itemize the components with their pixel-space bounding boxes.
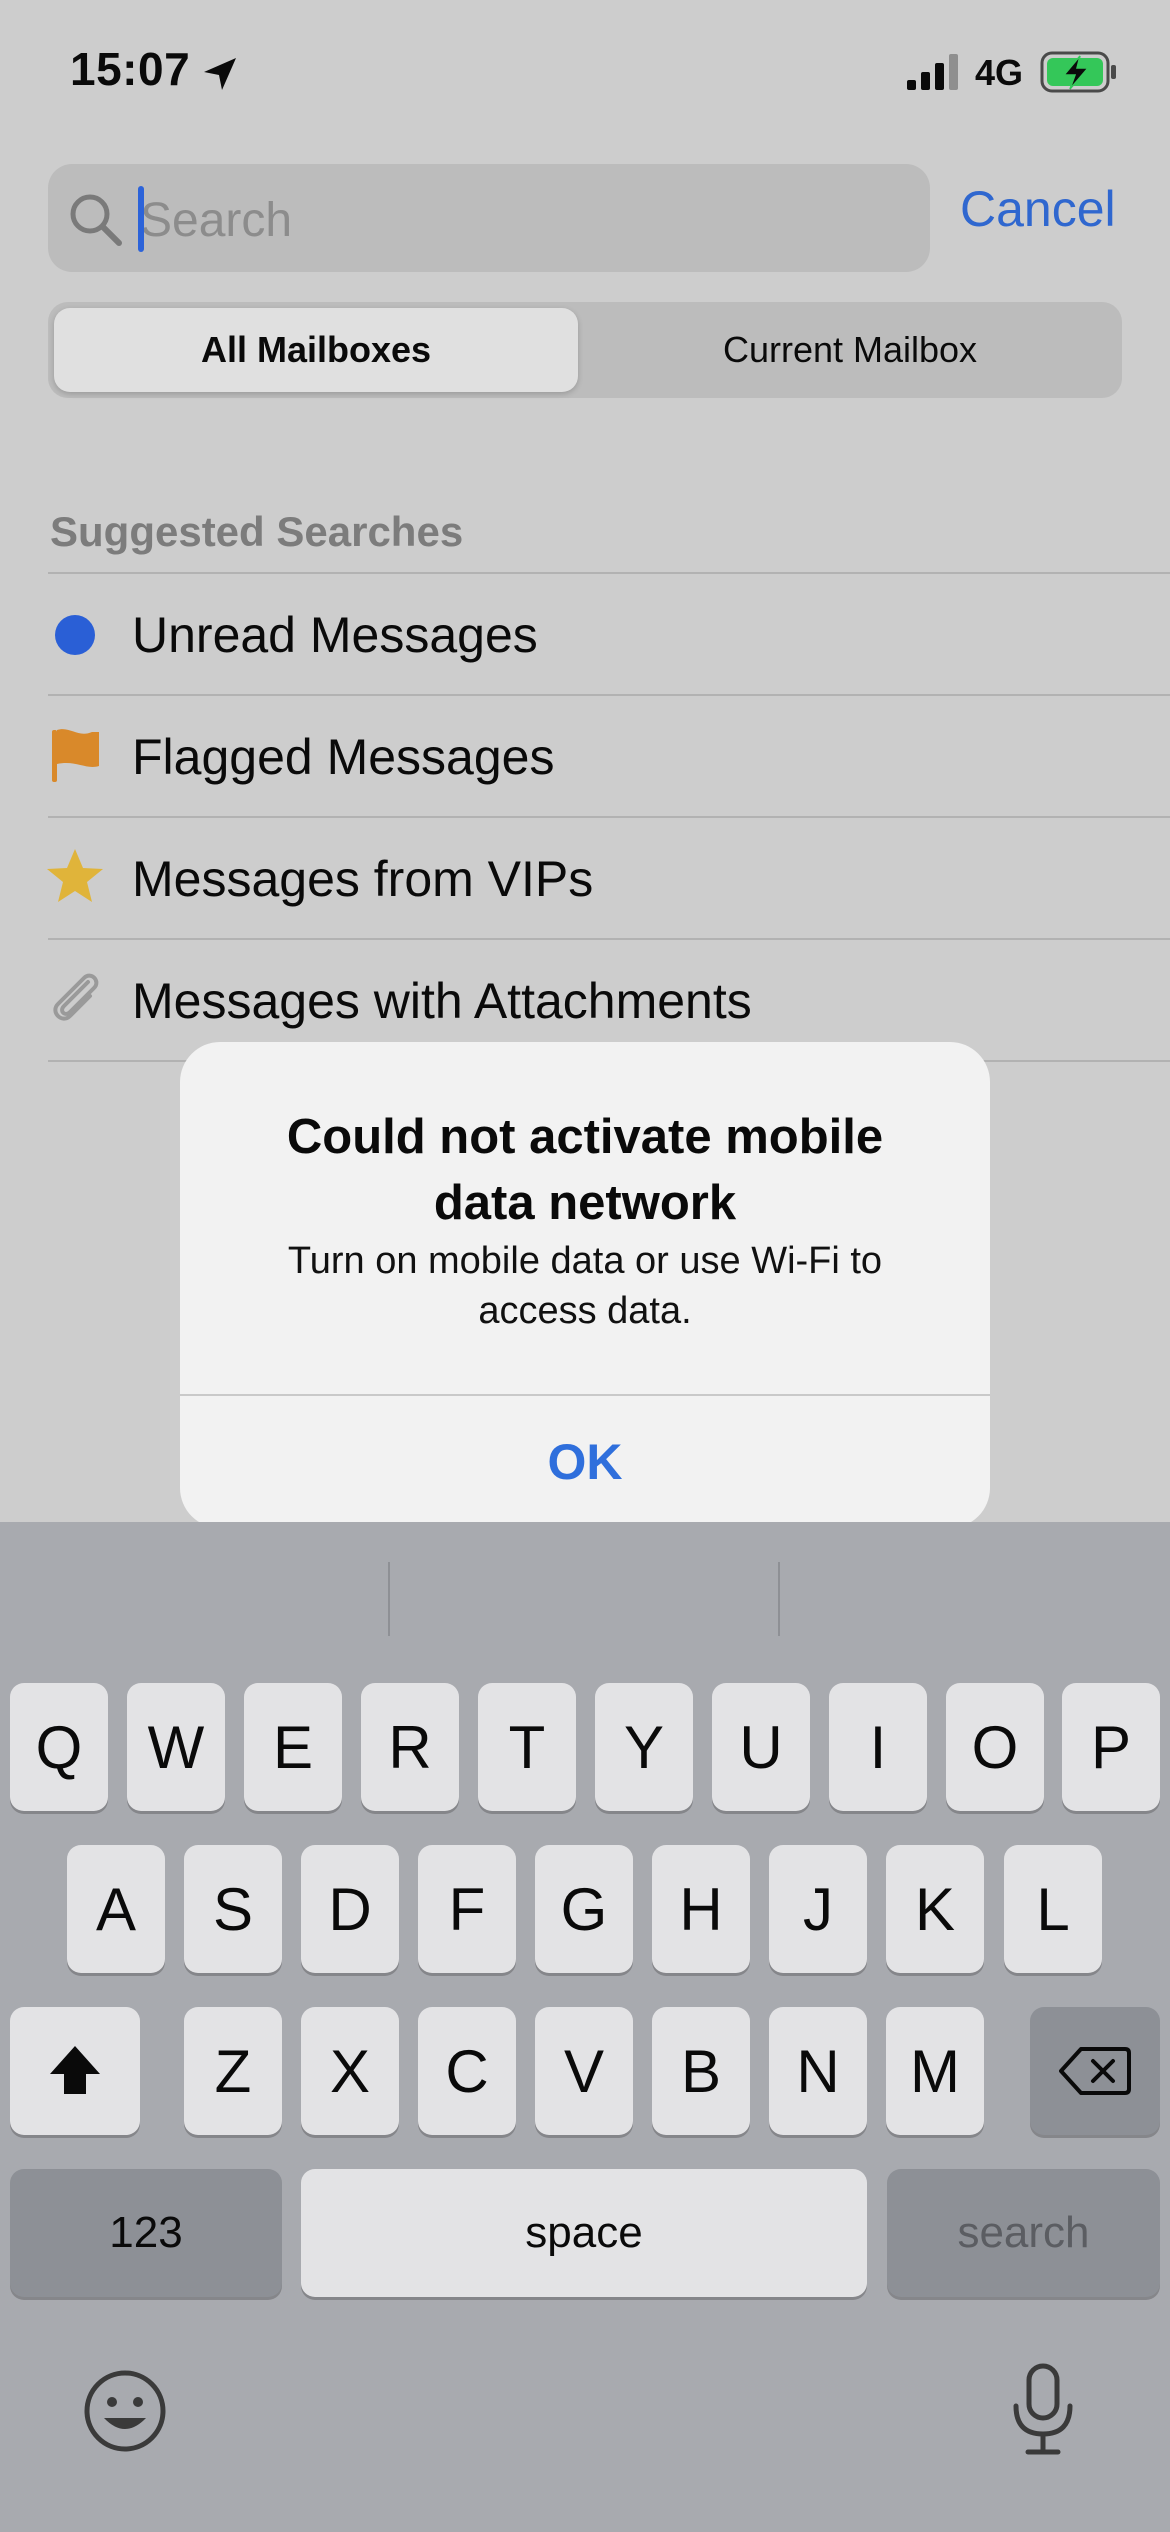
key-j[interactable]: J xyxy=(769,1845,867,1973)
key-g[interactable]: G xyxy=(535,1845,633,1973)
ok-button[interactable]: OK xyxy=(180,1396,990,1528)
key-o[interactable]: O xyxy=(946,1683,1044,1811)
suggestion-vips[interactable]: Messages from VIPs xyxy=(0,818,1170,938)
numbers-key[interactable]: 123 xyxy=(10,2169,282,2297)
shift-key[interactable] xyxy=(10,2007,140,2135)
key-k[interactable]: K xyxy=(886,1845,984,1973)
search-icon xyxy=(70,194,122,246)
key-w[interactable]: W xyxy=(127,1683,225,1811)
paperclip-icon xyxy=(53,973,99,1021)
suggestion-label: Flagged Messages xyxy=(132,729,555,785)
scope-all-mailboxes[interactable]: All Mailboxes xyxy=(54,308,578,392)
search-input[interactable] xyxy=(140,180,910,260)
microphone-icon[interactable] xyxy=(998,2362,1088,2458)
suggestion-label: Messages with Attachments xyxy=(132,973,752,1029)
suggestion-flagged[interactable]: Flagged Messages xyxy=(0,696,1170,816)
predictive-bar-divider xyxy=(388,1562,390,1636)
status-time: 15:07 xyxy=(70,43,191,95)
key-q[interactable]: Q xyxy=(10,1683,108,1811)
key-c[interactable]: C xyxy=(418,2007,516,2135)
key-z[interactable]: Z xyxy=(184,2007,282,2135)
key-s[interactable]: S xyxy=(184,1845,282,1973)
key-e[interactable]: E xyxy=(244,1683,342,1811)
key-a[interactable]: A xyxy=(67,1845,165,1973)
emoji-icon[interactable] xyxy=(80,2366,170,2456)
key-r[interactable]: R xyxy=(361,1683,459,1811)
key-p[interactable]: P xyxy=(1062,1683,1160,1811)
key-m[interactable]: M xyxy=(886,2007,984,2135)
suggestion-label: Messages from VIPs xyxy=(132,851,594,907)
key-t[interactable]: T xyxy=(478,1683,576,1811)
suggestion-label: Unread Messages xyxy=(132,607,538,663)
key-f[interactable]: F xyxy=(418,1845,516,1973)
cancel-button[interactable]: Cancel xyxy=(960,180,1116,238)
key-n[interactable]: N xyxy=(769,2007,867,2135)
search-key[interactable]: search xyxy=(887,2169,1160,2297)
key-x[interactable]: X xyxy=(301,2007,399,2135)
key-h[interactable]: H xyxy=(652,1845,750,1973)
network-type: 4G xyxy=(975,52,1024,93)
flag-icon xyxy=(52,729,99,782)
key-d[interactable]: D xyxy=(301,1845,399,1973)
location-arrow-icon xyxy=(204,58,236,90)
alert-title: Could not activate mobile data network xyxy=(286,1110,884,1230)
text-cursor xyxy=(138,186,144,252)
key-l[interactable]: L xyxy=(1004,1845,1102,1973)
suggested-searches-header: Suggested Searches xyxy=(50,508,464,555)
key-y[interactable]: Y xyxy=(595,1683,693,1811)
backspace-icon xyxy=(1059,2047,1131,2095)
signal-bars-icon xyxy=(907,54,958,90)
alert-message: Turn on mobile data or use Wi-Fi to acce… xyxy=(287,1240,883,1332)
scope-current-mailbox[interactable]: Current Mailbox xyxy=(584,308,1116,392)
delete-key[interactable] xyxy=(1030,2007,1160,2135)
shift-arrow-icon xyxy=(50,2046,100,2094)
key-u[interactable]: U xyxy=(712,1683,810,1811)
star-icon xyxy=(47,849,103,902)
space-key[interactable]: space xyxy=(301,2169,867,2297)
suggestion-unread[interactable]: Unread Messages xyxy=(0,574,1170,694)
unread-dot-icon xyxy=(55,615,95,655)
key-b[interactable]: B xyxy=(652,2007,750,2135)
battery-charging-icon xyxy=(1040,51,1116,93)
predictive-bar-divider xyxy=(778,1562,780,1636)
key-i[interactable]: I xyxy=(829,1683,927,1811)
key-v[interactable]: V xyxy=(535,2007,633,2135)
alert-dialog: Could not activate mobile data network T… xyxy=(180,1042,990,1528)
